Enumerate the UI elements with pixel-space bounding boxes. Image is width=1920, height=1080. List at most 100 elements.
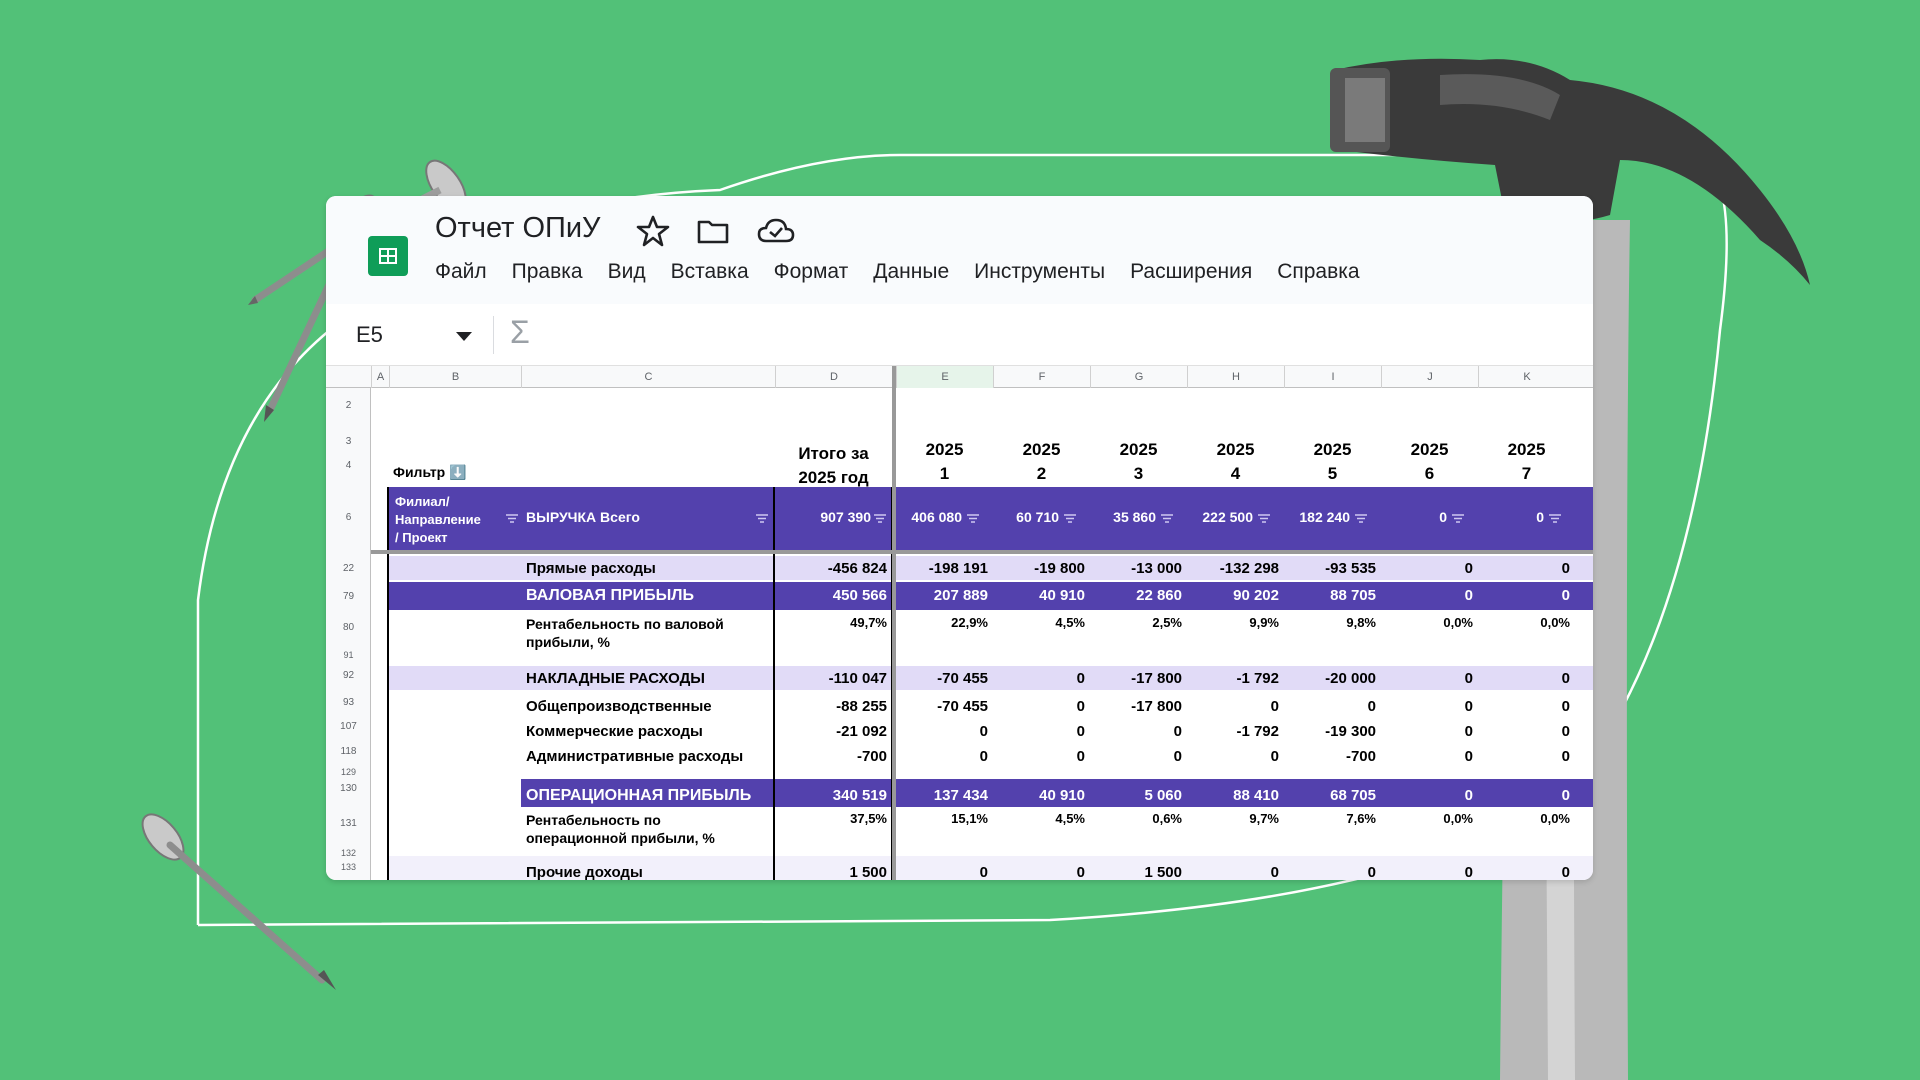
row-label[interactable]: Рентабельность по операционной прибыли, % bbox=[526, 811, 715, 847]
header-total-value[interactable]: 907 390 bbox=[775, 509, 871, 525]
row-label[interactable]: Прочие доходы bbox=[526, 864, 643, 880]
row-value[interactable]: 0 bbox=[896, 864, 988, 880]
row-value[interactable]: 7,6% bbox=[1284, 811, 1376, 826]
header-value[interactable]: 0 bbox=[1381, 509, 1447, 525]
menu-tools[interactable]: Инструменты bbox=[974, 260, 1105, 284]
row-value[interactable]: 0 bbox=[1478, 560, 1570, 577]
row-value[interactable]: 0 bbox=[1381, 864, 1473, 880]
row-value[interactable]: 0 bbox=[993, 748, 1085, 765]
row-value[interactable]: 0 bbox=[1478, 787, 1570, 804]
menu-edit[interactable]: Правка bbox=[512, 260, 583, 284]
menu-data[interactable]: Данные bbox=[873, 260, 949, 284]
row-value[interactable]: 0 bbox=[1381, 787, 1473, 804]
row-label[interactable]: Прямые расходы bbox=[526, 560, 656, 577]
row-header[interactable]: 2 bbox=[326, 400, 371, 411]
column-header[interactable]: H bbox=[1187, 366, 1284, 388]
row-value[interactable]: 15,1% bbox=[896, 811, 988, 826]
row-total[interactable]: -700 bbox=[775, 748, 887, 765]
row-value[interactable]: 0 bbox=[993, 698, 1085, 715]
row-value[interactable]: 4,5% bbox=[993, 811, 1085, 826]
row-value[interactable]: 0,6% bbox=[1090, 811, 1182, 826]
row-label[interactable]: НАКЛАДНЫЕ РАСХОДЫ bbox=[526, 670, 705, 687]
filter-icon[interactable] bbox=[1161, 514, 1173, 523]
row-total[interactable]: -88 255 bbox=[775, 698, 887, 715]
column-header[interactable]: K bbox=[1478, 366, 1575, 388]
row-value[interactable]: 0 bbox=[1284, 698, 1376, 715]
header-value[interactable]: 35 860 bbox=[1090, 509, 1156, 525]
row-value[interactable]: 0 bbox=[993, 670, 1085, 687]
row-value[interactable]: 0,0% bbox=[1381, 811, 1473, 826]
row-value[interactable]: 207 889 bbox=[896, 587, 988, 604]
row-value[interactable]: -93 535 bbox=[1284, 560, 1376, 577]
menu-extensions[interactable]: Расширения bbox=[1130, 260, 1252, 284]
menu-insert[interactable]: Вставка bbox=[671, 260, 749, 284]
column-header[interactable]: G bbox=[1090, 366, 1187, 388]
filter-icon[interactable] bbox=[1064, 514, 1076, 523]
row-value[interactable]: -1 792 bbox=[1187, 723, 1279, 740]
row-value[interactable]: -700 bbox=[1284, 748, 1376, 765]
document-title[interactable]: Отчет ОПиУ bbox=[435, 212, 600, 245]
row-value[interactable]: -70 455 bbox=[896, 698, 988, 715]
row-header[interactable]: 131 bbox=[326, 818, 371, 829]
row-value[interactable]: 0 bbox=[993, 864, 1085, 880]
row-value[interactable]: 0 bbox=[1381, 698, 1473, 715]
header-value[interactable]: 406 080 bbox=[896, 509, 962, 525]
row-value[interactable]: 22 860 bbox=[1090, 587, 1182, 604]
menu-view[interactable]: Вид bbox=[608, 260, 646, 284]
cloud-check-icon[interactable] bbox=[756, 214, 796, 248]
row-value[interactable]: 9,7% bbox=[1187, 811, 1279, 826]
row-value[interactable]: 4,5% bbox=[993, 615, 1085, 630]
header-value[interactable]: 222 500 bbox=[1187, 509, 1253, 525]
row-total[interactable]: 340 519 bbox=[775, 787, 887, 804]
filter-icon[interactable] bbox=[506, 514, 518, 523]
filter-icon[interactable] bbox=[756, 514, 768, 523]
row-value[interactable]: 0 bbox=[1381, 723, 1473, 740]
row-header[interactable]: 22 bbox=[326, 563, 371, 574]
chevron-down-icon[interactable] bbox=[456, 332, 472, 341]
row-value[interactable]: 0 bbox=[1187, 864, 1279, 880]
row-header[interactable]: 118 bbox=[326, 746, 371, 757]
column-header[interactable]: A bbox=[371, 366, 389, 388]
row-total[interactable]: -21 092 bbox=[775, 723, 887, 740]
row-value[interactable]: 0,0% bbox=[1478, 811, 1570, 826]
row-label[interactable]: ВАЛОВАЯ ПРИБЫЛЬ bbox=[526, 587, 694, 605]
sigma-icon[interactable]: Σ bbox=[510, 314, 530, 351]
column-header[interactable]: I bbox=[1284, 366, 1381, 388]
row-value[interactable]: 40 910 bbox=[993, 587, 1085, 604]
row-header[interactable]: 132 bbox=[326, 848, 371, 858]
row-value[interactable]: 137 434 bbox=[896, 787, 988, 804]
row-header[interactable]: 91 bbox=[326, 650, 371, 660]
header-value[interactable]: 182 240 bbox=[1284, 509, 1350, 525]
row-total[interactable]: 450 566 bbox=[775, 587, 887, 604]
spreadsheet-logo-icon[interactable] bbox=[368, 236, 408, 276]
row-value[interactable]: 0 bbox=[896, 723, 988, 740]
column-header[interactable]: D bbox=[775, 366, 892, 388]
row-value[interactable]: 0 bbox=[1478, 698, 1570, 715]
row-header[interactable]: 6 bbox=[326, 512, 371, 523]
row-header[interactable]: 79 bbox=[326, 591, 371, 602]
row-total[interactable]: -456 824 bbox=[775, 560, 887, 577]
column-header[interactable]: E bbox=[896, 366, 993, 388]
row-value[interactable]: 2,5% bbox=[1090, 615, 1182, 630]
row-value[interactable]: 0 bbox=[1381, 670, 1473, 687]
row-value[interactable]: 0 bbox=[1381, 560, 1473, 577]
row-header[interactable]: 80 bbox=[326, 622, 371, 633]
row-value[interactable]: 5 060 bbox=[1090, 787, 1182, 804]
menu-file[interactable]: Файл bbox=[435, 260, 487, 284]
row-value[interactable]: 0,0% bbox=[1478, 615, 1570, 630]
row-value[interactable]: -20 000 bbox=[1284, 670, 1376, 687]
filter-icon[interactable] bbox=[1355, 514, 1367, 523]
filter-icon[interactable] bbox=[1549, 514, 1561, 523]
row-value[interactable]: 88 705 bbox=[1284, 587, 1376, 604]
name-box[interactable]: E5 bbox=[356, 322, 383, 348]
row-value[interactable]: 88 410 bbox=[1187, 787, 1279, 804]
row-value[interactable]: 0 bbox=[1187, 748, 1279, 765]
row-value[interactable]: 68 705 bbox=[1284, 787, 1376, 804]
row-value[interactable]: 22,9% bbox=[896, 615, 988, 630]
row-label[interactable]: Рентабельность по валовой прибыли, % bbox=[526, 615, 724, 651]
row-value[interactable]: 9,9% bbox=[1187, 615, 1279, 630]
folder-icon[interactable] bbox=[696, 214, 730, 248]
row-value[interactable]: 0 bbox=[993, 723, 1085, 740]
row-value[interactable]: 0 bbox=[1090, 723, 1182, 740]
row-value[interactable]: -70 455 bbox=[896, 670, 988, 687]
